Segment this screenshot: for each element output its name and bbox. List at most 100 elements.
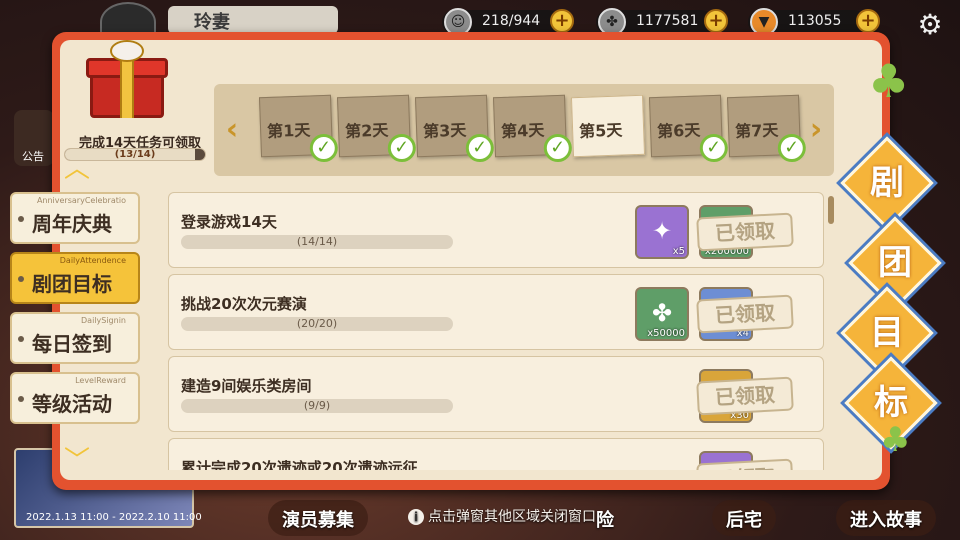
backyard-label: 后宅 — [726, 510, 762, 531]
task-scrollbar[interactable] — [828, 196, 834, 224]
task-progress-text: (20/20) — [296, 317, 338, 330]
check-icon: ✓ — [309, 133, 339, 163]
day-card-label: 第7天 — [734, 120, 779, 142]
task-name: 累计完成20次遗迹或20次遗迹远征 — [181, 459, 418, 470]
day-strip: ‹ › 第1天 ✓ 第2天 ✓ 第3天 ✓ 第4天 ✓ 第5天 第6天 ✓ 第7天 ✓ — [214, 84, 834, 176]
enter-story-label: 进入故事 — [850, 510, 922, 531]
task-name: 登录游戏14天 — [181, 213, 277, 231]
tabs-up-arrow-icon[interactable]: ︿ — [60, 156, 94, 182]
crystal-icon: ✦ — [651, 217, 673, 245]
notice-label: 公告 — [22, 150, 44, 163]
side-title-char-text: 目 — [870, 313, 904, 353]
tab-daily-signin[interactable]: DailySignin 每日签到 — [10, 312, 140, 364]
check-icon: ✓ — [777, 133, 807, 163]
side-title: 剧 团 目 标 — [840, 136, 942, 450]
task-progress-bar: (20/20) — [181, 317, 453, 331]
gift-ribbon — [120, 58, 134, 118]
player-name: 玲妻 — [168, 6, 338, 34]
bullet-icon — [18, 396, 24, 402]
day-next-arrow-icon[interactable]: › — [806, 112, 826, 152]
day-prev-arrow-icon[interactable]: ‹ — [222, 112, 242, 152]
tab-en-label: AnniversaryCelebratio — [36, 196, 126, 205]
tab-label: 每日签到 — [32, 332, 112, 356]
info-icon: i — [408, 509, 424, 525]
close-hint: i 点击弹窗其他区域关闭窗口 — [408, 506, 596, 526]
add-coin-button[interactable]: + — [704, 9, 728, 33]
task-row: 累计完成20次遗迹或20次遗迹远征◆已领取 — [168, 438, 824, 470]
recruit-label: 演员募集 — [282, 510, 354, 531]
claimed-status-badge: 已领取 — [696, 212, 794, 252]
bullet-icon — [18, 216, 24, 222]
side-title-char: 剧 — [840, 136, 934, 230]
clover-icon: ♣ — [868, 54, 910, 108]
task-name: 挑战20次次元赛演 — [181, 295, 307, 313]
task-progress-text: (14/14) — [296, 235, 338, 248]
tab-anniversary[interactable]: AnniversaryCelebratio 周年庆典 — [10, 192, 140, 244]
player-name-text: 玲妻 — [194, 12, 230, 33]
gift-bow — [110, 40, 144, 62]
stamina-counter: ☺ 218/944 + — [442, 8, 574, 36]
coin-value: 1177581 — [636, 13, 699, 29]
close-hint-text: 点击弹窗其他区域关闭窗口 — [428, 509, 596, 525]
day-card-label: 第3天 — [422, 120, 467, 142]
tab-en-label: DailyAttendence — [59, 256, 126, 265]
task-row: 建造9间娱乐类房间(9/9)◆x30已领取 — [168, 356, 824, 432]
task-row: 挑战20次次元赛演(20/20)✤x50000■x4已领取 — [168, 274, 824, 350]
bullet-icon — [18, 336, 24, 342]
day-card-label: 第5天 — [578, 120, 623, 142]
stamina-value: 218/944 — [482, 13, 541, 29]
day-card[interactable]: 第3天 ✓ — [414, 94, 495, 163]
day-card-label: 第2天 — [344, 120, 389, 142]
notice-button[interactable]: 公告 — [14, 110, 54, 166]
gift-box-icon[interactable] — [86, 40, 168, 122]
task-name: 建造9间娱乐类房间 — [181, 377, 312, 395]
claimed-status-badge: 已领取 — [696, 294, 794, 334]
side-title-char-text: 团 — [878, 243, 912, 283]
reward-item[interactable]: ✤ x50000 — [635, 287, 689, 341]
carrot-value: 113055 — [788, 13, 842, 29]
reward-quantity: x50000 — [647, 328, 685, 339]
event-date: 2022.1.13 11:00 - 2022.2.10 11:00 — [26, 512, 202, 523]
coin-counter: ✤ 1177581 + — [596, 8, 728, 36]
task-row: 登录游戏14天(14/14)✦x5✤x200000已领取 — [168, 192, 824, 268]
task-list[interactable]: 登录游戏14天(14/14)✦x5✤x200000已领取挑战20次次元赛演(20… — [158, 190, 836, 470]
adventure-button[interactable]: 险 — [596, 500, 628, 536]
task-progress-bar: (9/9) — [181, 399, 453, 413]
task-progress-text: (9/9) — [303, 399, 331, 412]
check-icon: ✓ — [543, 133, 573, 163]
tabs-down-arrow-icon[interactable]: ﹀ — [60, 448, 94, 474]
tab-troupe-goal[interactable]: DailyAttendence 剧团目标 — [10, 252, 140, 304]
settings-gear-icon[interactable]: ⚙ — [914, 10, 946, 42]
check-icon: ✓ — [387, 133, 417, 163]
day-card-label: 第4天 — [500, 120, 545, 142]
tab-level-reward[interactable]: LevelReward 等级活动 — [10, 372, 140, 424]
claimed-status-badge: 已领取 — [696, 376, 794, 416]
add-carrot-button[interactable]: + — [856, 9, 880, 33]
tab-label: 等级活动 — [32, 392, 112, 416]
tab-label: 周年庆典 — [32, 212, 112, 236]
tab-en-label: LevelReward — [75, 376, 126, 385]
recruit-button[interactable]: 演员募集 — [268, 500, 368, 536]
reward-item[interactable]: ✦ x5 — [635, 205, 689, 259]
day-card[interactable]: 第2天 ✓ — [336, 94, 417, 163]
day-card[interactable]: 第7天 ✓ — [726, 94, 807, 163]
side-title-char-text: 剧 — [870, 163, 904, 203]
carrot-counter: ▼ 113055 + — [748, 8, 880, 36]
day-card-label: 第6天 — [656, 120, 701, 142]
day-card-label: 第1天 — [266, 120, 311, 142]
reward-quantity: x5 — [672, 246, 685, 257]
enter-story-button[interactable]: 进入故事 — [836, 500, 936, 536]
check-icon: ✓ — [699, 133, 729, 163]
day-card[interactable]: 第4天 ✓ — [492, 94, 573, 163]
day-card[interactable]: 第1天 ✓ — [258, 94, 339, 163]
day-card[interactable]: 第6天 ✓ — [648, 94, 729, 163]
check-icon: ✓ — [465, 133, 495, 163]
tab-en-label: DailySignin — [81, 316, 126, 325]
backyard-button[interactable]: 后宅 — [712, 500, 776, 536]
adventure-label: 险 — [596, 510, 614, 531]
add-stamina-button[interactable]: + — [550, 9, 574, 33]
clover-icon: ♣ — [880, 420, 911, 460]
task-progress-bar: (14/14) — [181, 235, 453, 249]
day-card[interactable]: 第5天 — [570, 94, 646, 158]
coin-icon: ✤ — [651, 299, 673, 327]
